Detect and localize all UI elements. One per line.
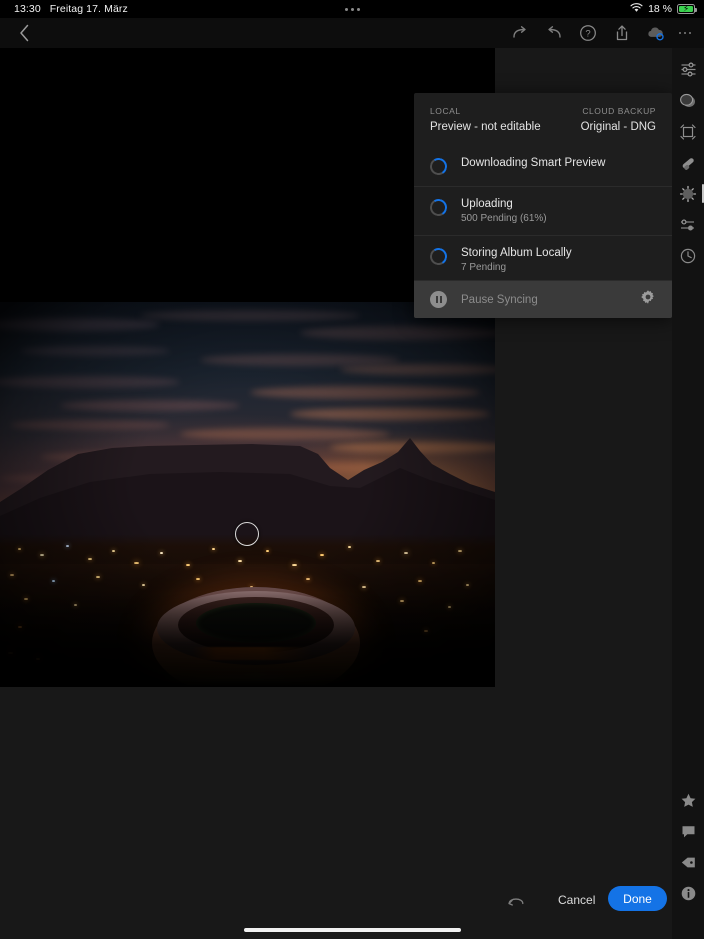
multitask-dots-icon [345,8,360,11]
sync-row-subtitle: 7 Pending [461,262,572,273]
cloud-status-column: CLOUD BACKUP Original - DNG [581,106,656,133]
right-sidebar-meta [672,785,704,909]
sync-row-title: Uploading [461,198,547,210]
help-icon[interactable]: ? [578,23,598,43]
right-sidebar-tools [672,54,704,271]
photo-bottom-fade [0,592,495,687]
cloud-value: Original - DNG [581,121,656,133]
svg-text:?: ? [585,29,590,40]
sync-row-title: Downloading Smart Preview [461,157,605,169]
photo-canvas[interactable]: LOCAL Preview - not editable CLOUD BACKU… [0,48,672,939]
comment-icon [680,823,697,840]
sidebar-item-healing[interactable] [672,147,704,178]
more-dots-icon [679,32,692,35]
crop-icon [679,123,697,141]
local-value: Preview - not editable [430,121,541,133]
redo-icon[interactable] [510,23,530,43]
star-rating-icon [680,792,697,809]
chevron-left-icon [19,24,30,42]
sidebar-item-keywords[interactable] [672,847,704,878]
color-wheel-icon [679,92,697,110]
keyword-tag-icon [680,854,697,871]
reset-button[interactable] [500,884,532,916]
bottom-action-bar: Cancel Done [0,880,672,920]
wifi-icon [630,0,643,18]
status-bar-right: 18 % ⚡ [630,0,695,18]
home-indicator[interactable] [244,928,461,932]
local-caption: LOCAL [430,106,541,116]
healing-brush-icon [679,154,697,172]
done-button[interactable]: Done [608,886,667,911]
undo-icon[interactable] [544,23,564,43]
sidebar-item-color[interactable] [672,85,704,116]
sidebar-item-versions[interactable] [672,240,704,271]
sync-row: Uploading 500 Pending (61%) [414,186,672,235]
versions-clock-icon [679,247,697,265]
home-bar [0,920,704,939]
cloud-caption: CLOUD BACKUP [582,106,656,116]
sync-popover-header: LOCAL Preview - not editable CLOUD BACKU… [414,93,672,133]
share-icon[interactable] [612,23,632,43]
sidebar-item-rating[interactable] [672,785,704,816]
sync-row-subtitle: 500 Pending (61%) [461,213,547,224]
sidebar-item-comments[interactable] [672,816,704,847]
spinner-icon [428,246,448,266]
sync-row: Downloading Smart Preview [414,146,672,186]
sidebar-item-info[interactable] [672,878,704,909]
app-top-bar: ? [0,18,704,48]
battery-charging-icon: ⚡ [677,4,695,14]
sync-row: Storing Album Locally 7 Pending [414,235,672,284]
brush-cursor-circle[interactable] [235,522,259,546]
masking-icon [679,185,697,203]
info-icon [680,885,697,902]
battery-percent: 18 % [648,3,672,15]
pause-circle-icon [430,291,447,308]
status-bar-center [0,8,704,11]
pause-syncing-label: Pause Syncing [461,294,626,306]
spinner-icon [428,197,448,217]
sidebar-item-optics[interactable] [672,209,704,240]
cloud-sync-icon[interactable] [646,23,666,43]
status-bar: 13:30 Freitag 17. März 18 % ⚡ [0,0,704,18]
back-button[interactable] [8,18,40,48]
sidebar-item-edit[interactable] [672,54,704,85]
optics-icon [679,216,697,234]
edit-sliders-icon [680,61,697,78]
gear-icon[interactable] [640,289,656,310]
sync-status-popover[interactable]: LOCAL Preview - not editable CLOUD BACKU… [414,93,672,318]
cancel-button[interactable]: Cancel [548,884,605,916]
right-sidebar [672,48,704,939]
sidebar-item-masking[interactable] [672,178,704,209]
reset-arc-icon [506,892,526,908]
spinner-icon [428,156,448,176]
sync-row-title: Storing Album Locally [461,247,572,259]
local-status-column: LOCAL Preview - not editable [430,106,541,133]
pause-syncing-button[interactable]: Pause Syncing [414,280,672,318]
photo-image[interactable] [0,302,495,687]
top-toolbar: ? [510,18,666,48]
more-options-button[interactable] [672,18,698,48]
sidebar-item-crop[interactable] [672,116,704,147]
